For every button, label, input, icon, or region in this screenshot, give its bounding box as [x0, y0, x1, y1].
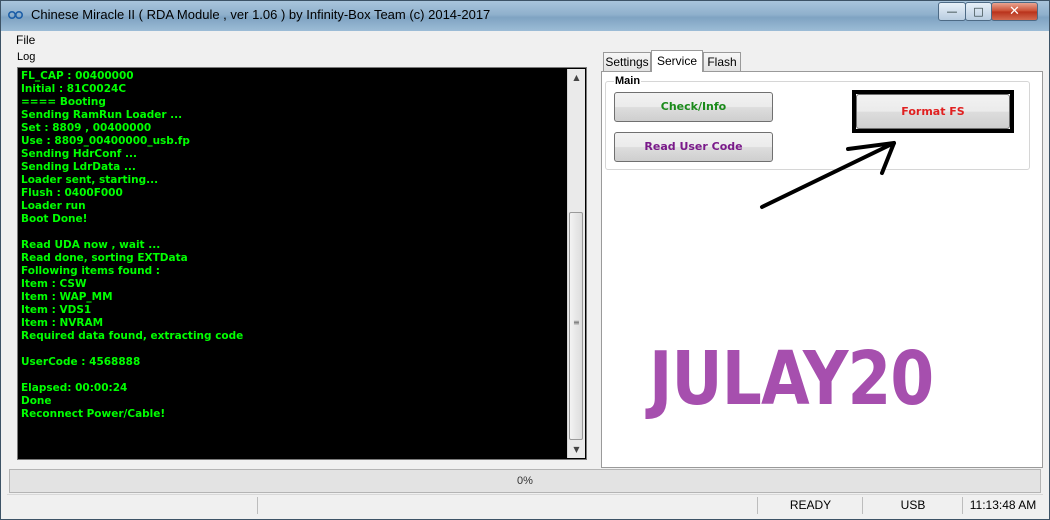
log-line: Item : NVRAM	[21, 317, 104, 329]
log-line: Set : 8809 , 00400000	[21, 122, 152, 134]
check-info-button[interactable]: Check/Info	[614, 92, 773, 122]
log-line: UserCode : 4568888	[21, 356, 141, 368]
app-icon	[8, 10, 24, 20]
log-line: Sending HdrConf ...	[21, 148, 137, 160]
log-line: Read done, sorting EXTData	[21, 252, 188, 264]
log-line: FL_CAP : 00400000	[21, 70, 134, 82]
log-line: Flush : 0400F000	[21, 187, 123, 199]
main-group-label: Main	[614, 75, 642, 87]
log-line: Loader sent, starting...	[21, 174, 159, 186]
log-line: Reconnect Power/Cable!	[21, 408, 166, 420]
status-bar: READY USB 11:13:48 AM	[7, 494, 1043, 516]
maximize-button[interactable]: □	[965, 2, 992, 21]
log-line: Boot Done!	[21, 213, 88, 225]
status-cell-empty	[257, 497, 758, 514]
log-line: Sending RamRun Loader ...	[21, 109, 183, 121]
tab-flash[interactable]: Flash	[703, 52, 741, 71]
title-bar[interactable]: Chinese Miracle II ( RDA Module , ver 1.…	[1, 1, 1049, 31]
scroll-down-icon[interactable]: ▼	[568, 441, 585, 458]
status-usb: USB	[862, 497, 963, 514]
grip-icon: ≡	[573, 318, 580, 327]
status-time: 11:13:48 AM	[962, 497, 1043, 514]
application-window: Chinese Miracle II ( RDA Module , ver 1.…	[0, 0, 1050, 520]
watermark-text: JULAY20	[649, 336, 934, 422]
log-label: Log	[17, 51, 36, 63]
log-line: Loader run	[21, 200, 86, 212]
menu-bar: File	[7, 31, 1043, 49]
log-line: Read UDA now , wait ...	[21, 239, 161, 251]
scroll-thumb[interactable]: ≡	[569, 212, 583, 440]
log-line: Sending LdrData ...	[21, 161, 136, 173]
progress-label: 0%	[517, 475, 533, 487]
log-scrollbar[interactable]: ▲ ≡ ▼	[567, 69, 585, 458]
log-output[interactable]: FL_CAP : 00400000 Initial : 81C0024C ==== …	[17, 67, 587, 460]
minimize-button[interactable]: —	[938, 2, 966, 21]
read-user-code-button[interactable]: Read User Code	[614, 132, 773, 162]
log-line: Item : VDS1	[21, 304, 92, 316]
scroll-up-icon[interactable]: ▲	[568, 69, 585, 86]
tab-service[interactable]: Service	[651, 50, 703, 72]
arrow-annotation-icon	[760, 141, 896, 209]
log-line: Elapsed: 00:00:24	[21, 382, 128, 394]
window-title: Chinese Miracle II ( RDA Module , ver 1.…	[31, 7, 491, 22]
log-line: Item : CSW	[21, 278, 87, 290]
log-line: Done	[21, 395, 52, 407]
log-line: Item : WAP_MM	[21, 291, 113, 303]
tab-settings[interactable]: Settings	[603, 52, 651, 71]
log-line: Initial : 81C0024C	[21, 83, 127, 95]
log-lines: FL_CAP : 00400000 Initial : 81C0024C ==== …	[21, 70, 561, 421]
log-line: ==== Booting	[21, 96, 106, 108]
log-line: Use : 8809_00400000_usb.fp	[21, 135, 190, 147]
format-fs-button[interactable]: Format FS	[856, 94, 1010, 129]
log-line: Required data found, extracting code	[21, 330, 244, 342]
log-line: Following items found :	[21, 265, 161, 277]
progress-bar: 0%	[9, 469, 1041, 493]
status-ready: READY	[757, 497, 863, 514]
close-button[interactable]: ✕	[991, 2, 1038, 21]
menu-file[interactable]: File	[16, 33, 35, 47]
